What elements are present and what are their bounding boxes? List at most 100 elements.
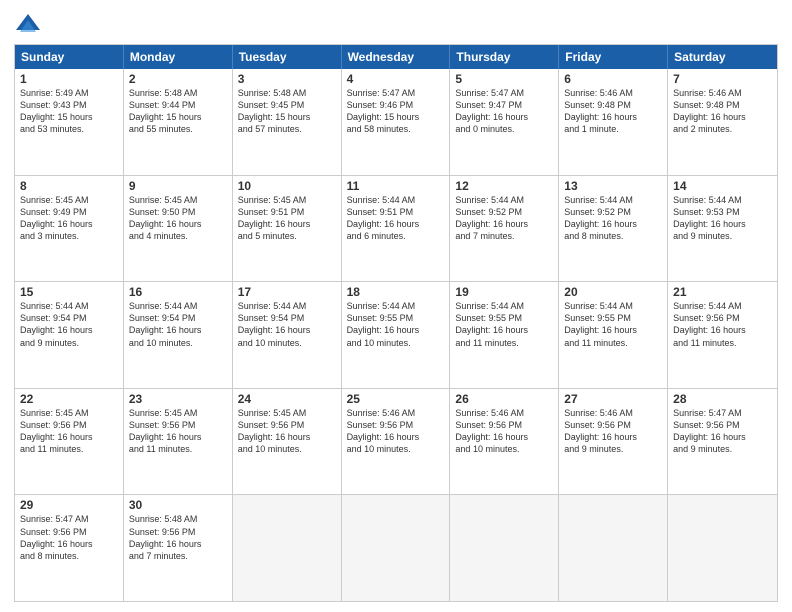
day-info: Sunrise: 5:45 AM Sunset: 9:51 PM Dayligh… [238, 194, 336, 243]
day-info: Sunrise: 5:44 AM Sunset: 9:54 PM Dayligh… [20, 300, 118, 349]
day-info: Sunrise: 5:44 AM Sunset: 9:55 PM Dayligh… [455, 300, 553, 349]
calendar-cell: 14Sunrise: 5:44 AM Sunset: 9:53 PM Dayli… [668, 176, 777, 282]
day-number: 1 [20, 72, 118, 86]
day-info: Sunrise: 5:46 AM Sunset: 9:48 PM Dayligh… [564, 87, 662, 136]
calendar-cell: 16Sunrise: 5:44 AM Sunset: 9:54 PM Dayli… [124, 282, 233, 388]
calendar-cell: 15Sunrise: 5:44 AM Sunset: 9:54 PM Dayli… [15, 282, 124, 388]
calendar-cell: 3Sunrise: 5:48 AM Sunset: 9:45 PM Daylig… [233, 69, 342, 175]
day-number: 11 [347, 179, 445, 193]
day-info: Sunrise: 5:46 AM Sunset: 9:56 PM Dayligh… [564, 407, 662, 456]
calendar-header-cell: Tuesday [233, 45, 342, 69]
day-info: Sunrise: 5:46 AM Sunset: 9:48 PM Dayligh… [673, 87, 772, 136]
day-number: 27 [564, 392, 662, 406]
calendar-cell: 24Sunrise: 5:45 AM Sunset: 9:56 PM Dayli… [233, 389, 342, 495]
day-number: 21 [673, 285, 772, 299]
calendar-cell: 7Sunrise: 5:46 AM Sunset: 9:48 PM Daylig… [668, 69, 777, 175]
calendar-cell: 17Sunrise: 5:44 AM Sunset: 9:54 PM Dayli… [233, 282, 342, 388]
day-info: Sunrise: 5:44 AM Sunset: 9:55 PM Dayligh… [564, 300, 662, 349]
logo-area [14, 10, 46, 38]
calendar-cell: 19Sunrise: 5:44 AM Sunset: 9:55 PM Dayli… [450, 282, 559, 388]
calendar-cell: 1Sunrise: 5:49 AM Sunset: 9:43 PM Daylig… [15, 69, 124, 175]
calendar-cell: 21Sunrise: 5:44 AM Sunset: 9:56 PM Dayli… [668, 282, 777, 388]
day-info: Sunrise: 5:44 AM Sunset: 9:54 PM Dayligh… [129, 300, 227, 349]
calendar-row: 8Sunrise: 5:45 AM Sunset: 9:49 PM Daylig… [15, 175, 777, 282]
day-info: Sunrise: 5:48 AM Sunset: 9:56 PM Dayligh… [129, 513, 227, 562]
calendar-cell: 22Sunrise: 5:45 AM Sunset: 9:56 PM Dayli… [15, 389, 124, 495]
day-info: Sunrise: 5:44 AM Sunset: 9:55 PM Dayligh… [347, 300, 445, 349]
day-info: Sunrise: 5:45 AM Sunset: 9:49 PM Dayligh… [20, 194, 118, 243]
calendar-cell: 11Sunrise: 5:44 AM Sunset: 9:51 PM Dayli… [342, 176, 451, 282]
calendar-header-cell: Monday [124, 45, 233, 69]
day-info: Sunrise: 5:46 AM Sunset: 9:56 PM Dayligh… [455, 407, 553, 456]
day-info: Sunrise: 5:45 AM Sunset: 9:56 PM Dayligh… [20, 407, 118, 456]
calendar-header-cell: Sunday [15, 45, 124, 69]
day-number: 8 [20, 179, 118, 193]
day-number: 15 [20, 285, 118, 299]
day-info: Sunrise: 5:44 AM Sunset: 9:52 PM Dayligh… [564, 194, 662, 243]
calendar-cell: 8Sunrise: 5:45 AM Sunset: 9:49 PM Daylig… [15, 176, 124, 282]
day-number: 10 [238, 179, 336, 193]
day-info: Sunrise: 5:45 AM Sunset: 9:56 PM Dayligh… [129, 407, 227, 456]
day-info: Sunrise: 5:44 AM Sunset: 9:56 PM Dayligh… [673, 300, 772, 349]
day-info: Sunrise: 5:44 AM Sunset: 9:53 PM Dayligh… [673, 194, 772, 243]
calendar-cell: 9Sunrise: 5:45 AM Sunset: 9:50 PM Daylig… [124, 176, 233, 282]
day-number: 9 [129, 179, 227, 193]
day-info: Sunrise: 5:45 AM Sunset: 9:56 PM Dayligh… [238, 407, 336, 456]
calendar-cell: 30Sunrise: 5:48 AM Sunset: 9:56 PM Dayli… [124, 495, 233, 601]
page: SundayMondayTuesdayWednesdayThursdayFrid… [0, 0, 792, 612]
day-number: 4 [347, 72, 445, 86]
day-info: Sunrise: 5:44 AM Sunset: 9:54 PM Dayligh… [238, 300, 336, 349]
day-number: 16 [129, 285, 227, 299]
day-info: Sunrise: 5:49 AM Sunset: 9:43 PM Dayligh… [20, 87, 118, 136]
calendar: SundayMondayTuesdayWednesdayThursdayFrid… [14, 44, 778, 602]
calendar-cell [450, 495, 559, 601]
day-number: 30 [129, 498, 227, 512]
day-number: 19 [455, 285, 553, 299]
calendar-cell: 23Sunrise: 5:45 AM Sunset: 9:56 PM Dayli… [124, 389, 233, 495]
day-number: 20 [564, 285, 662, 299]
calendar-row: 15Sunrise: 5:44 AM Sunset: 9:54 PM Dayli… [15, 281, 777, 388]
day-number: 29 [20, 498, 118, 512]
calendar-row: 22Sunrise: 5:45 AM Sunset: 9:56 PM Dayli… [15, 388, 777, 495]
day-info: Sunrise: 5:45 AM Sunset: 9:50 PM Dayligh… [129, 194, 227, 243]
day-info: Sunrise: 5:48 AM Sunset: 9:45 PM Dayligh… [238, 87, 336, 136]
day-number: 22 [20, 392, 118, 406]
calendar-cell: 29Sunrise: 5:47 AM Sunset: 9:56 PM Dayli… [15, 495, 124, 601]
calendar-cell [233, 495, 342, 601]
day-number: 28 [673, 392, 772, 406]
calendar-body: 1Sunrise: 5:49 AM Sunset: 9:43 PM Daylig… [15, 69, 777, 601]
day-info: Sunrise: 5:44 AM Sunset: 9:52 PM Dayligh… [455, 194, 553, 243]
calendar-cell: 10Sunrise: 5:45 AM Sunset: 9:51 PM Dayli… [233, 176, 342, 282]
calendar-cell [668, 495, 777, 601]
calendar-row: 1Sunrise: 5:49 AM Sunset: 9:43 PM Daylig… [15, 69, 777, 175]
calendar-cell: 5Sunrise: 5:47 AM Sunset: 9:47 PM Daylig… [450, 69, 559, 175]
day-number: 25 [347, 392, 445, 406]
calendar-header-cell: Thursday [450, 45, 559, 69]
calendar-cell: 27Sunrise: 5:46 AM Sunset: 9:56 PM Dayli… [559, 389, 668, 495]
day-info: Sunrise: 5:47 AM Sunset: 9:56 PM Dayligh… [673, 407, 772, 456]
day-number: 13 [564, 179, 662, 193]
calendar-cell: 12Sunrise: 5:44 AM Sunset: 9:52 PM Dayli… [450, 176, 559, 282]
calendar-row: 29Sunrise: 5:47 AM Sunset: 9:56 PM Dayli… [15, 494, 777, 601]
day-number: 6 [564, 72, 662, 86]
day-info: Sunrise: 5:48 AM Sunset: 9:44 PM Dayligh… [129, 87, 227, 136]
calendar-cell: 4Sunrise: 5:47 AM Sunset: 9:46 PM Daylig… [342, 69, 451, 175]
day-info: Sunrise: 5:47 AM Sunset: 9:56 PM Dayligh… [20, 513, 118, 562]
calendar-header-cell: Wednesday [342, 45, 451, 69]
day-number: 23 [129, 392, 227, 406]
calendar-cell: 26Sunrise: 5:46 AM Sunset: 9:56 PM Dayli… [450, 389, 559, 495]
header [14, 10, 778, 38]
day-number: 2 [129, 72, 227, 86]
day-info: Sunrise: 5:46 AM Sunset: 9:56 PM Dayligh… [347, 407, 445, 456]
day-info: Sunrise: 5:47 AM Sunset: 9:47 PM Dayligh… [455, 87, 553, 136]
day-number: 26 [455, 392, 553, 406]
day-info: Sunrise: 5:47 AM Sunset: 9:46 PM Dayligh… [347, 87, 445, 136]
logo-icon [14, 10, 42, 38]
day-number: 5 [455, 72, 553, 86]
calendar-cell: 20Sunrise: 5:44 AM Sunset: 9:55 PM Dayli… [559, 282, 668, 388]
day-info: Sunrise: 5:44 AM Sunset: 9:51 PM Dayligh… [347, 194, 445, 243]
day-number: 24 [238, 392, 336, 406]
day-number: 7 [673, 72, 772, 86]
calendar-cell: 18Sunrise: 5:44 AM Sunset: 9:55 PM Dayli… [342, 282, 451, 388]
calendar-cell [559, 495, 668, 601]
